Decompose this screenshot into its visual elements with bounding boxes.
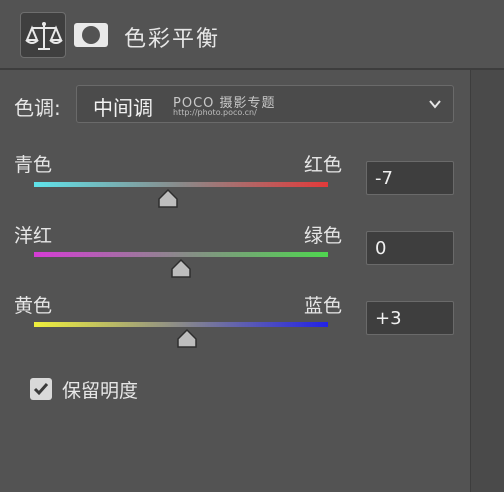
magenta-green-value-field[interactable]: 0 bbox=[366, 231, 454, 265]
slider-green-label: 绿色 bbox=[304, 225, 343, 247]
tone-selected-value: 中间调 bbox=[93, 96, 153, 120]
slider-red-label: 红色 bbox=[304, 154, 343, 176]
slider-blue-label: 蓝色 bbox=[304, 295, 343, 317]
yellow-blue-value-field[interactable]: +3 bbox=[366, 301, 454, 335]
panel-scrollbar[interactable] bbox=[470, 70, 504, 492]
cyan-red-value-field[interactable]: -7 bbox=[366, 161, 454, 195]
panel-header: 色彩平衡 bbox=[0, 0, 504, 68]
balance-scale-button[interactable] bbox=[20, 12, 66, 58]
watermark-url: http://photo.poco.cn/ bbox=[173, 108, 257, 117]
magenta-green-slider-track[interactable] bbox=[34, 252, 328, 257]
yellow-blue-slider-thumb[interactable] bbox=[176, 329, 198, 349]
slider-yellow-label: 黄色 bbox=[14, 295, 53, 317]
chevron-down-icon bbox=[429, 100, 441, 109]
cyan-red-slider-thumb[interactable] bbox=[157, 189, 179, 209]
balance-scale-icon bbox=[25, 22, 63, 50]
tone-label: 色调: bbox=[14, 96, 61, 120]
yellow-blue-slider-track[interactable] bbox=[34, 322, 328, 327]
cyan-red-slider-track[interactable] bbox=[34, 182, 328, 187]
header-divider bbox=[0, 68, 504, 70]
slider-magenta-label: 洋红 bbox=[14, 225, 53, 247]
slider-cyan-label: 青色 bbox=[14, 154, 53, 176]
preserve-luminosity-checkbox[interactable] bbox=[30, 378, 52, 400]
magenta-green-slider-thumb[interactable] bbox=[170, 259, 192, 279]
checkmark-icon bbox=[33, 383, 49, 396]
preserve-luminosity-label: 保留明度 bbox=[62, 380, 139, 402]
panel-title: 色彩平衡 bbox=[124, 27, 221, 52]
tone-select[interactable]: 中间调 POCO 摄影专题 http://photo.poco.cn/ bbox=[76, 85, 454, 123]
layer-mask-icon[interactable] bbox=[74, 23, 108, 47]
